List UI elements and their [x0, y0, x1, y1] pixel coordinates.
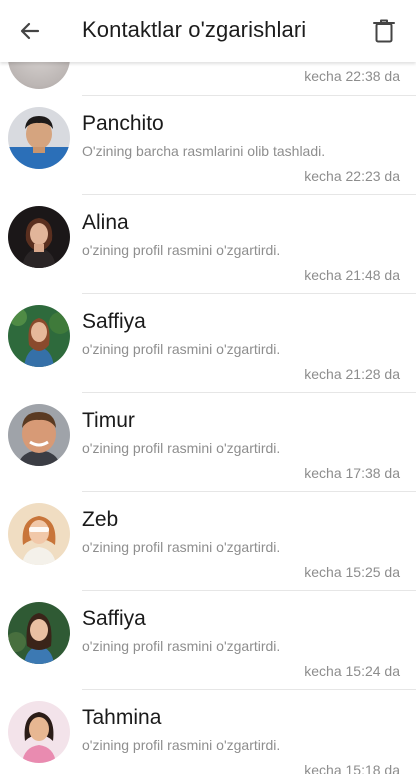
list-item[interactable]: Zeb o'zining profil rasmini o'zgartirdi.…	[0, 491, 416, 590]
delete-button[interactable]	[368, 15, 400, 47]
divider	[82, 293, 416, 294]
divider	[82, 491, 416, 492]
avatar[interactable]	[8, 206, 70, 268]
contact-name: Panchito	[82, 112, 164, 135]
change-description: o'zining profil rasmini o'zgartirdi.	[82, 242, 281, 258]
page-title: Kontaktlar o'zgarishlari	[82, 17, 307, 42]
contact-name: Saffiya	[82, 310, 146, 333]
list-item-time: kecha 17:38 da	[304, 465, 400, 481]
back-button[interactable]	[14, 15, 46, 47]
list-item-time: kecha 21:48 da	[304, 267, 400, 283]
list-item-partial[interactable]: kecha 22:38 da	[0, 27, 416, 95]
change-description: o'zining profil rasmini o'zgartirdi.	[82, 638, 281, 654]
change-description: o'zining profil rasmini o'zgartirdi.	[82, 539, 281, 555]
list-item[interactable]: Saffiya o'zining profil rasmini o'zgarti…	[0, 590, 416, 689]
list-item-time: kecha 15:25 da	[304, 564, 400, 580]
divider	[82, 95, 416, 96]
avatar[interactable]	[8, 107, 70, 169]
change-description: o'zining profil rasmini o'zgartirdi.	[82, 440, 281, 456]
contact-name: Alina	[82, 211, 129, 234]
list-item-time: kecha 22:38 da	[304, 68, 400, 84]
list-item-time: kecha 21:28 da	[304, 366, 400, 382]
divider	[82, 392, 416, 393]
list-item[interactable]: Panchito O'zining barcha rasmlarini olib…	[0, 95, 416, 194]
avatar[interactable]	[8, 602, 70, 664]
divider	[82, 590, 416, 591]
list-item[interactable]: Saffiya o'zining profil rasmini o'zgarti…	[0, 293, 416, 392]
avatar[interactable]	[8, 404, 70, 466]
app-bar: Kontaktlar o'zgarishlari	[0, 0, 416, 62]
avatar[interactable]	[8, 305, 70, 367]
change-description: O'zining barcha rasmlarini olib tashladi…	[82, 143, 326, 159]
contact-name: Tahmina	[82, 706, 162, 729]
arrow-left-icon	[20, 22, 40, 40]
change-description: o'zining profil rasmini o'zgartirdi.	[82, 341, 281, 357]
trash-icon	[373, 19, 395, 43]
change-description: o'zining profil rasmini o'zgartirdi.	[82, 737, 281, 753]
list-item-time: kecha 15:18 da	[304, 762, 400, 774]
list-item[interactable]: Tahmina o'zining profil rasmini o'zgarti…	[0, 689, 416, 774]
divider	[82, 689, 416, 690]
list-item-time: kecha 22:23 da	[304, 168, 400, 184]
contact-name: Saffiya	[82, 607, 146, 630]
contact-name: Zeb	[82, 508, 119, 531]
avatar[interactable]	[8, 701, 70, 763]
contact-changes-list: kecha 22:38 da Panchito O'zining barcha …	[0, 0, 416, 774]
list-item[interactable]: Timur o'zining profil rasmini o'zgartird…	[0, 392, 416, 491]
divider	[82, 194, 416, 195]
list-item[interactable]: Alina o'zining profil rasmini o'zgartird…	[0, 194, 416, 293]
contact-name: Timur	[82, 409, 135, 432]
avatar[interactable]	[8, 503, 70, 565]
list-item-time: kecha 15:24 da	[304, 663, 400, 679]
